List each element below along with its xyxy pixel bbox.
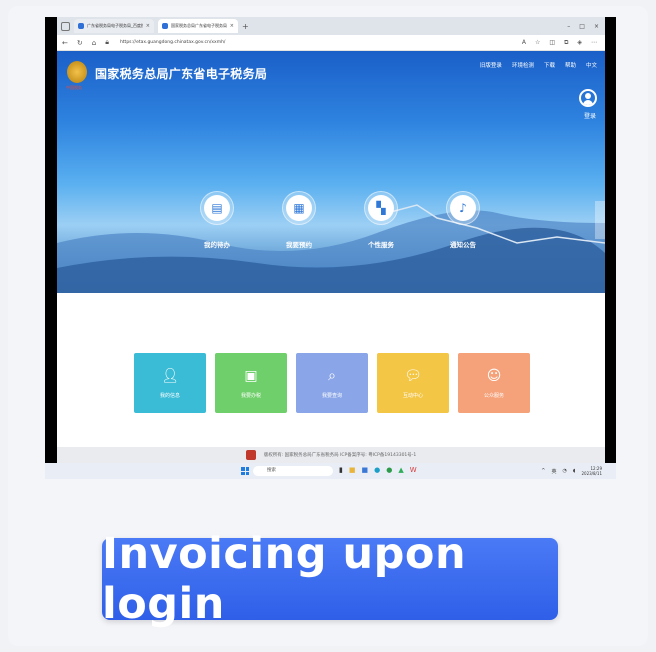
volume-icon[interactable]: ◖ (573, 468, 576, 474)
more-menu-icon[interactable]: ⋯ (591, 39, 597, 47)
hero-item-my-todo[interactable]: ▤ 我的待办 (187, 191, 247, 249)
browser-tabbar: 广东省税务局电子税务局_百度搜 × 国家税务总局广东省电子税务局 × + – □… (57, 17, 605, 35)
caption-banner: Invoicing upon login (102, 529, 558, 629)
split-screen-icon[interactable]: ◫ (549, 39, 555, 47)
screenshot-frame: 广东省税务局电子税务局_百度搜 × 国家税务总局广东省电子税务局 × + – □… (45, 17, 616, 479)
browser-toolbar: A ☆ ◫ ⧉ ◈ ⋯ (522, 39, 605, 47)
service-icon: ☺ (486, 367, 502, 384)
taskbar-clock[interactable]: 12:29 2023/8/11 (581, 466, 602, 476)
emblem-caption: 中国税务 (66, 85, 82, 90)
read-aloud-icon[interactable]: A (522, 39, 526, 47)
back-icon[interactable]: ← (62, 39, 68, 47)
clock-date: 2023/8/11 (581, 471, 602, 476)
extensions-icon[interactable]: ◈ (577, 39, 582, 47)
search-doc-icon: ⌕ (328, 367, 336, 384)
store-icon[interactable]: ■ (361, 466, 368, 474)
baidu-favicon-icon (78, 23, 84, 29)
chat-icon: 💬︎ (404, 367, 422, 384)
taskbar-apps: ▮ ■ ■ ● ● ▲ W (339, 466, 417, 474)
download-link[interactable]: 下载 (544, 61, 555, 69)
favorite-star-icon[interactable]: ☆ (535, 39, 540, 47)
bell-icon: ♪ (450, 195, 476, 221)
web-page: 中国税务 国家税务总局广东省电子税务局 旧版登录 环境检测 下载 帮助 中文 登… (57, 51, 605, 463)
close-window-button[interactable]: × (594, 23, 599, 30)
person-icon: 👤︎ (161, 367, 179, 384)
browser-tab-2[interactable]: 国家税务总局广东省电子税务局 × (158, 19, 238, 33)
hero-item-notices[interactable]: ♪ 通知公告 (433, 191, 493, 249)
tray-chevron-icon[interactable]: ^ (541, 468, 545, 474)
browser-tab-1[interactable]: 广东省税务局电子税务局_百度搜 × (74, 19, 154, 33)
tile-label: 我要办税 (240, 392, 261, 399)
tile-label: 公众服务 (483, 392, 504, 399)
new-tab-button[interactable]: + (242, 22, 249, 31)
tab-close-icon[interactable]: × (146, 23, 150, 29)
tile-public-service[interactable]: ☺ 公众服务 (458, 353, 530, 413)
tile-label: 互动中心 (402, 392, 423, 399)
taskbar-search[interactable]: 搜索 (253, 466, 333, 476)
great-wall-mountains-image (57, 204, 605, 293)
maximize-button[interactable]: □ (579, 23, 585, 30)
help-link[interactable]: 帮助 (565, 61, 576, 69)
tab-title: 国家税务总局广东省电子税务局 (171, 23, 227, 28)
wps-icon[interactable]: W (410, 466, 417, 474)
tab-title: 广东省税务局电子税务局_百度搜 (87, 23, 143, 28)
hero-label: 个性服务 (368, 241, 394, 249)
site-favicon-icon (162, 23, 168, 29)
edge-browser-icon[interactable]: ● (374, 466, 380, 474)
app-icon[interactable]: ▲ (398, 466, 403, 474)
language-select[interactable]: 中文 (586, 61, 597, 69)
window-controls: – □ × (567, 23, 605, 30)
tile-label: 我要查询 (321, 392, 342, 399)
minimize-button[interactable]: – (567, 23, 570, 30)
monitor-icon: ▣ (244, 367, 258, 384)
tile-label: 我的信息 (159, 392, 180, 399)
collections-icon[interactable]: ⧉ (564, 39, 568, 47)
env-check-link[interactable]: 环境检测 (512, 61, 534, 69)
system-tray: ^ 英 ◔ ◖ 12:29 2023/8/11 (541, 466, 602, 476)
calendar-icon: ▦ (286, 195, 312, 221)
login-link[interactable]: 登录 (584, 111, 596, 120)
tile-my-info[interactable]: 👤︎ 我的信息 (134, 353, 206, 413)
grid-icon: ▚ (368, 195, 394, 221)
hero-label: 我的待办 (204, 241, 230, 249)
window-icon (61, 21, 70, 31)
file-explorer-icon[interactable]: ■ (349, 466, 356, 474)
hero-item-personal-service[interactable]: ▚ 个性服务 (351, 191, 411, 249)
side-float-tab[interactable] (595, 201, 605, 239)
hero-item-appointment[interactable]: ▦ 我要预约 (269, 191, 329, 249)
footer-text: 版权所有: 国家税务总局广东省税务局 ICP备案序号: 粤ICP备1914330… (263, 453, 417, 458)
chrome-icon[interactable]: ● (386, 466, 392, 474)
document-icon: ▤ (204, 195, 230, 221)
hero-banner: 中国税务 国家税务总局广东省电子税务局 旧版登录 环境检测 下载 帮助 中文 登… (57, 51, 605, 293)
tile-query[interactable]: ⌕ 我要查询 (296, 353, 368, 413)
windows-taskbar: 搜索 ▮ ■ ■ ● ● ▲ W ^ 英 ◔ ◖ 12:29 2023/8/11 (45, 463, 616, 479)
site-title: 国家税务总局广东省电子税务局 (95, 67, 268, 81)
hero-label: 通知公告 (450, 241, 476, 249)
tile-file-tax[interactable]: ▣ 我要办税 (215, 353, 287, 413)
top-links: 旧版登录 环境检测 下载 帮助 中文 (480, 61, 597, 69)
tile-interaction[interactable]: 💬︎ 互动中心 (377, 353, 449, 413)
refresh-icon[interactable]: ↻ (77, 39, 83, 47)
lock-icon: 🔒︎ (105, 38, 109, 46)
footer-emblem-icon (245, 450, 256, 460)
tab-close-icon[interactable]: × (230, 23, 234, 29)
start-button[interactable] (241, 467, 249, 475)
wifi-icon[interactable]: ◔ (562, 468, 566, 474)
address-bar: ← ↻ ⌂ 🔒︎ https://etax.guangdong.chinatax… (57, 35, 605, 51)
caption-text: Invoicing upon login (102, 529, 467, 629)
page-footer: 版权所有: 国家税务总局广东省税务局 ICP备案序号: 粤ICP备1914330… (57, 447, 605, 463)
old-login-link[interactable]: 旧版登录 (480, 61, 502, 69)
tray-lang[interactable]: 英 (551, 468, 556, 475)
hero-label: 我要预约 (286, 241, 312, 249)
url-field[interactable]: https://etax.guangdong.chinatax.gov.cn/x… (120, 40, 226, 45)
home-icon[interactable]: ⌂ (92, 39, 96, 47)
user-avatar-icon[interactable] (579, 89, 597, 107)
tax-emblem-logo (67, 61, 87, 83)
task-view-icon[interactable]: ▮ (339, 466, 343, 474)
